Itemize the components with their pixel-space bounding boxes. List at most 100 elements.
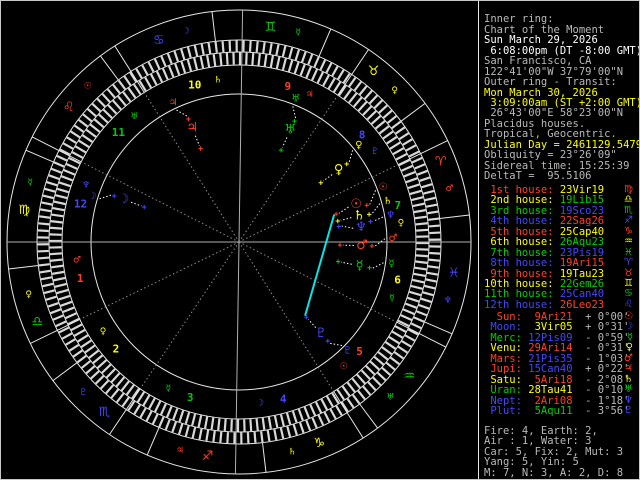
degree-tick — [118, 96, 126, 105]
degree-tick — [214, 54, 216, 66]
degree-tick — [306, 420, 310, 430]
sign-ruler-glyph-moon: ☽ — [182, 27, 190, 37]
transit-planet-glyph-satu: ♄ — [383, 196, 392, 207]
transit-pointer — [176, 110, 187, 116]
degree-tick — [96, 376, 104, 384]
house-number-12: 12 — [74, 198, 87, 211]
degree-tick — [416, 255, 428, 256]
degree-tick — [212, 418, 214, 430]
degree-tick — [388, 116, 397, 123]
sign-glyph-vir: ♍ — [18, 203, 30, 218]
degree-tick — [379, 126, 388, 133]
transit-planet-glyph-jupi: ♃ — [169, 97, 178, 108]
house-number-10: 10 — [188, 79, 201, 92]
degree-tick — [423, 292, 434, 295]
degree-tick — [376, 121, 385, 129]
degree-tick — [415, 262, 427, 263]
degree-tick — [383, 111, 391, 118]
degree-tick — [396, 127, 405, 133]
sign-ruler-glyph-nept: ♆ — [444, 296, 452, 306]
house-ruler-glyph-6: ☿ — [389, 293, 395, 303]
sign-boundary — [360, 404, 378, 428]
degree-tick — [374, 357, 383, 365]
degree-tick — [415, 217, 427, 219]
degree-tick — [58, 296, 69, 300]
degree-tick — [38, 258, 49, 259]
degree-tick — [405, 335, 415, 340]
degree-tick — [108, 89, 115, 97]
house-ruler-glyph-4: ☽ — [256, 399, 264, 409]
degree-tick — [347, 399, 353, 408]
degree-tick — [50, 228, 62, 229]
degree-tick — [54, 202, 66, 205]
degree-tick — [428, 219, 439, 220]
degree-tick — [410, 191, 422, 194]
degree-tick — [329, 78, 335, 88]
degree-tick — [166, 419, 170, 429]
degree-tick — [415, 164, 425, 168]
degree-tick — [263, 418, 265, 430]
house-ruler-glyph-1: ♂ — [73, 255, 81, 265]
degree-tick — [362, 370, 370, 379]
degree-tick — [421, 184, 432, 187]
sign-ruler-glyph-venu: ♀ — [25, 290, 32, 300]
degree-tick — [316, 402, 321, 413]
house-ruler-glyph-8: ♇ — [371, 147, 379, 157]
degree-tick — [123, 397, 129, 406]
degree-tick — [391, 357, 400, 364]
degree-tick — [71, 324, 82, 330]
degree-tick — [47, 182, 58, 185]
degree-tick — [342, 402, 348, 411]
degree-tick — [195, 45, 197, 56]
degree-tick — [319, 415, 324, 425]
info-line: Outer ring - Transit: — [484, 77, 640, 87]
degree-tick — [40, 271, 51, 273]
degree-tick — [117, 394, 124, 403]
natal-planet-glyph-uran: ♅ — [284, 123, 296, 138]
degree-tick — [326, 63, 331, 73]
degree-tick — [101, 381, 109, 389]
degree-tick — [51, 266, 63, 268]
degree-tick — [42, 284, 53, 286]
sign-ruler-glyph-venu: ♀ — [391, 86, 398, 96]
degree-tick — [429, 253, 440, 254]
degree-tick — [390, 142, 400, 148]
degree-tick — [116, 377, 124, 386]
degree-tick — [111, 389, 118, 398]
degree-tick — [358, 391, 365, 400]
degree-tick — [382, 347, 392, 354]
degree-tick — [387, 137, 397, 144]
degree-tick — [74, 330, 84, 336]
house-number-4: 4 — [280, 392, 287, 405]
degree-tick — [353, 395, 360, 404]
degree-tick — [383, 131, 393, 138]
sign-glyph-sco: ♏ — [99, 405, 111, 420]
degree-tick — [85, 346, 95, 353]
degree-tick — [402, 341, 411, 347]
degree-tick — [300, 422, 304, 432]
degree-tick — [320, 60, 325, 70]
degree-tick — [143, 395, 149, 405]
aspect-line-sun-plut — [305, 215, 334, 316]
degree-tick — [274, 429, 276, 440]
degree-tick — [227, 53, 228, 65]
degree-tick — [79, 141, 89, 147]
degree-tick — [281, 414, 284, 426]
degree-tick — [310, 405, 315, 416]
sign-ruler-glyph-jupi: ♃ — [176, 446, 184, 456]
degree-tick — [138, 392, 144, 402]
degree-tick — [323, 75, 329, 86]
degree-tick — [64, 170, 75, 175]
sign-boundary — [401, 103, 425, 121]
degree-tick — [363, 386, 370, 394]
degree-tick — [134, 405, 140, 414]
degree-tick — [91, 371, 99, 378]
transit-pointer — [373, 217, 382, 221]
natal-pointer — [323, 175, 332, 181]
degree-tick — [201, 56, 203, 68]
degree-tick — [415, 268, 427, 270]
natal-planet-glyph-mars: ♂ — [356, 238, 368, 253]
degree-tick — [153, 414, 158, 424]
degree-tick — [257, 41, 258, 52]
degree-tick — [102, 365, 111, 373]
